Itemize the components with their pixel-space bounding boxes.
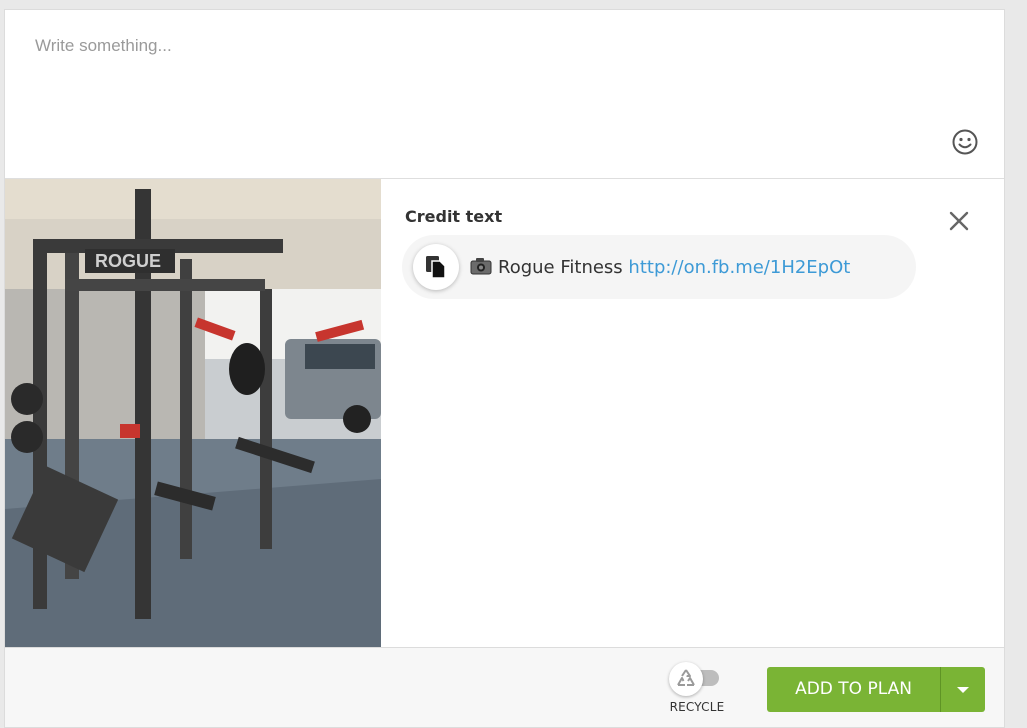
emoji-button[interactable] (951, 128, 979, 156)
composer: Write something... (5, 10, 1004, 179)
credit-text: Rogue Fitness http://on.fb.me/1H2EpOt (470, 257, 850, 278)
recycle-label: RECYCLE (669, 700, 725, 714)
smile-icon (952, 129, 978, 155)
recycle-toggle[interactable]: RECYCLE (667, 662, 727, 718)
copy-icon (426, 256, 446, 279)
credit-label: Credit text (405, 207, 503, 226)
svg-text:ROGUE: ROGUE (95, 251, 161, 271)
add-to-plan-split-button: ADD TO PLAN (767, 667, 985, 712)
post-composer-card: Write something... ROGUE Credit text Rog… (4, 9, 1005, 728)
media-section: ROGUE Credit text Rogue Fitness http://o… (5, 179, 1004, 647)
copy-credit-button[interactable] (413, 244, 459, 290)
post-text-input[interactable]: Write something... (35, 36, 172, 56)
camera-icon (470, 258, 492, 275)
toggle-knob[interactable] (669, 662, 703, 696)
add-to-plan-button[interactable]: ADD TO PLAN (767, 667, 940, 712)
action-footer: RECYCLE ADD TO PLAN (5, 647, 1004, 727)
recycle-icon (677, 669, 695, 686)
caret-down-icon (957, 687, 969, 693)
credit-source-name: Rogue Fitness (498, 257, 623, 278)
close-icon (949, 211, 969, 231)
post-photo: ROGUE (5, 179, 381, 647)
credit-text-field[interactable]: Rogue Fitness http://on.fb.me/1H2EpOt (402, 235, 916, 299)
credit-link[interactable]: http://on.fb.me/1H2EpOt (628, 257, 850, 278)
close-button[interactable] (947, 209, 971, 233)
add-options-dropdown[interactable] (941, 667, 985, 712)
